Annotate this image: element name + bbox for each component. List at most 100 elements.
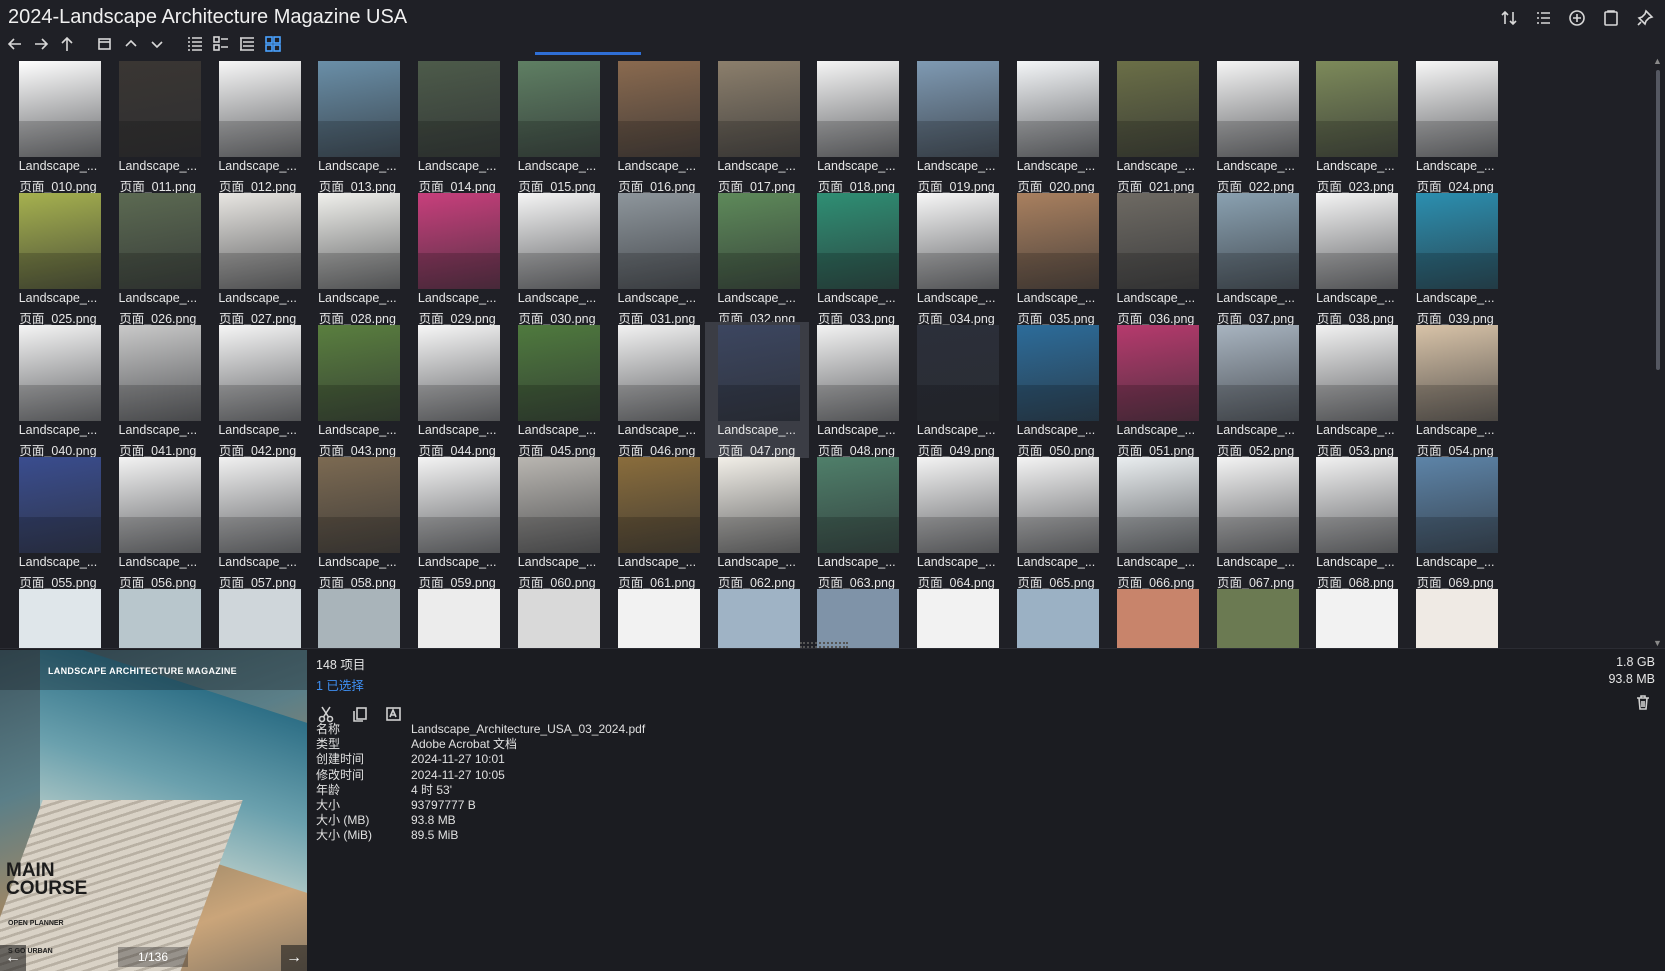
file-item[interactable]: Landscape_... 页面_065.png (1004, 454, 1108, 590)
file-item-partial[interactable] (1004, 586, 1108, 648)
file-item[interactable]: Landscape_... 页面_066.png (1104, 454, 1208, 590)
file-item[interactable]: Landscape_... 页面_014.png (405, 58, 509, 194)
file-item[interactable]: Landscape_... 页面_032.png (705, 190, 809, 326)
file-item[interactable]: Landscape_... 页面_036.png (1104, 190, 1208, 326)
file-item[interactable]: Landscape_... 页面_016.png (605, 58, 709, 194)
file-item[interactable]: Landscape_... 页面_056.png (106, 454, 210, 590)
file-item[interactable]: Landscape_... 页面_068.png (1303, 454, 1407, 590)
file-item[interactable]: Landscape_... 页面_041.png (106, 322, 210, 458)
file-item[interactable]: Landscape_... 页面_044.png (405, 322, 509, 458)
file-item-partial[interactable] (1204, 586, 1308, 648)
chevron-up-icon[interactable] (120, 33, 142, 55)
file-item[interactable]: Landscape_... 页面_061.png (605, 454, 709, 590)
scroll-up-icon[interactable]: ▲ (1653, 56, 1662, 66)
file-item[interactable]: Landscape_... 页面_013.png (305, 58, 409, 194)
file-item[interactable]: Landscape_... 页面_047.png (704, 322, 809, 458)
file-item[interactable]: Landscape_... 页面_035.png (1004, 190, 1108, 326)
file-item[interactable]: Landscape_... 页面_015.png (505, 58, 609, 194)
file-item[interactable]: Landscape_... 页面_048.png (804, 322, 908, 458)
forward-arrow-icon[interactable] (30, 33, 52, 55)
file-item[interactable]: Landscape_... 页面_064.png (904, 454, 1008, 590)
copy-icon[interactable] (350, 704, 370, 724)
rename-icon[interactable] (384, 704, 404, 724)
file-item[interactable]: Landscape_... 页面_058.png (305, 454, 409, 590)
file-item-partial[interactable] (106, 586, 210, 648)
file-item-partial[interactable] (505, 586, 609, 648)
file-item[interactable]: Landscape_... 页面_017.png (705, 58, 809, 194)
pin-icon[interactable] (1635, 8, 1655, 28)
window-icon[interactable] (94, 33, 116, 55)
file-item[interactable]: Landscape_... 页面_069.png (1403, 454, 1507, 590)
file-item[interactable]: Landscape_... 页面_040.png (6, 322, 110, 458)
file-item[interactable]: Landscape_... 页面_046.png (605, 322, 709, 458)
file-item-partial[interactable] (305, 586, 409, 648)
file-item[interactable]: Landscape_... 页面_050.png (1004, 322, 1108, 458)
file-item[interactable]: Landscape_... 页面_042.png (206, 322, 310, 458)
file-item[interactable]: Landscape_... 页面_059.png (405, 454, 509, 590)
file-item[interactable]: Landscape_... 页面_027.png (206, 190, 310, 326)
file-item[interactable]: Landscape_... 页面_057.png (206, 454, 310, 590)
file-item-partial[interactable] (206, 586, 310, 648)
file-item-partial[interactable] (1403, 586, 1507, 648)
file-item-partial[interactable] (1303, 586, 1407, 648)
preview-next-button[interactable]: → (281, 945, 307, 971)
file-item[interactable]: Landscape_... 页面_011.png (106, 58, 210, 194)
grid-view-icon[interactable] (262, 33, 284, 55)
file-item[interactable]: Landscape_... 页面_012.png (206, 58, 310, 194)
file-item[interactable]: Landscape_... 页面_037.png (1204, 190, 1308, 326)
up-arrow-icon[interactable] (56, 33, 78, 55)
file-item[interactable]: Landscape_... 页面_020.png (1004, 58, 1108, 194)
file-item[interactable]: Landscape_... 页面_010.png (6, 58, 110, 194)
file-item[interactable]: Landscape_... 页面_019.png (904, 58, 1008, 194)
cut-icon[interactable] (316, 704, 336, 724)
file-item[interactable]: Landscape_... 页面_024.png (1403, 58, 1507, 194)
file-item[interactable]: Landscape_... 页面_026.png (106, 190, 210, 326)
file-item[interactable]: Landscape_... 页面_030.png (505, 190, 609, 326)
sort-icon[interactable] (1499, 8, 1519, 28)
file-item[interactable]: Landscape_... 页面_038.png (1303, 190, 1407, 326)
list-view-icon[interactable] (184, 33, 206, 55)
file-item[interactable]: Landscape_... 页面_034.png (904, 190, 1008, 326)
pdf-preview[interactable]: LANDSCAPE ARCHITECTURE MAGAZINE MAIN COU… (0, 650, 307, 971)
file-item[interactable]: Landscape_... 页面_025.png (6, 190, 110, 326)
file-item-partial[interactable] (405, 586, 509, 648)
file-item[interactable]: Landscape_... 页面_021.png (1104, 58, 1208, 194)
file-item[interactable]: Landscape_... 页面_052.png (1204, 322, 1308, 458)
clipboard-icon[interactable] (1601, 8, 1621, 28)
file-item[interactable]: Landscape_... 页面_062.png (705, 454, 809, 590)
file-item[interactable]: Landscape_... 页面_053.png (1303, 322, 1407, 458)
file-item-partial[interactable] (1104, 586, 1208, 648)
file-item[interactable]: Landscape_... 页面_051.png (1104, 322, 1208, 458)
preview-prev-button[interactable]: ← (0, 945, 26, 971)
selected-count[interactable]: 1 已选择 (316, 675, 404, 694)
file-item-partial[interactable] (705, 586, 809, 648)
file-item[interactable]: Landscape_... 页面_049.png (904, 322, 1008, 458)
file-item[interactable]: Landscape_... 页面_055.png (6, 454, 110, 590)
file-item[interactable]: Landscape_... 页面_029.png (405, 190, 509, 326)
chevron-down-icon[interactable] (146, 33, 168, 55)
file-item-partial[interactable] (605, 586, 709, 648)
file-item[interactable]: Landscape_... 页面_033.png (804, 190, 908, 326)
file-item[interactable]: Landscape_... 页面_022.png (1204, 58, 1308, 194)
file-item-partial[interactable] (904, 586, 1008, 648)
file-item-partial[interactable] (804, 586, 908, 648)
file-item-partial[interactable] (6, 586, 110, 648)
file-item[interactable]: Landscape_... 页面_018.png (804, 58, 908, 194)
back-arrow-icon[interactable] (4, 33, 26, 55)
file-item[interactable]: Landscape_... 页面_028.png (305, 190, 409, 326)
file-item[interactable]: Landscape_... 页面_060.png (505, 454, 609, 590)
tree-view-icon[interactable] (236, 33, 258, 55)
vertical-scrollbar[interactable]: ▲ ▼ (1651, 56, 1665, 648)
file-item[interactable]: Landscape_... 页面_031.png (605, 190, 709, 326)
file-item[interactable]: Landscape_... 页面_054.png (1403, 322, 1507, 458)
scrollbar-thumb[interactable] (1656, 70, 1660, 370)
add-circle-icon[interactable] (1567, 8, 1587, 28)
file-item[interactable]: Landscape_... 页面_063.png (804, 454, 908, 590)
view-list-icon[interactable] (1533, 8, 1553, 28)
file-item[interactable]: Landscape_... 页面_023.png (1303, 58, 1407, 194)
trash-icon[interactable] (1633, 692, 1653, 712)
file-item[interactable]: Landscape_... 页面_039.png (1403, 190, 1507, 326)
file-item[interactable]: Landscape_... 页面_043.png (305, 322, 409, 458)
file-item[interactable]: Landscape_... 页面_067.png (1204, 454, 1308, 590)
details-view-icon[interactable] (210, 33, 232, 55)
